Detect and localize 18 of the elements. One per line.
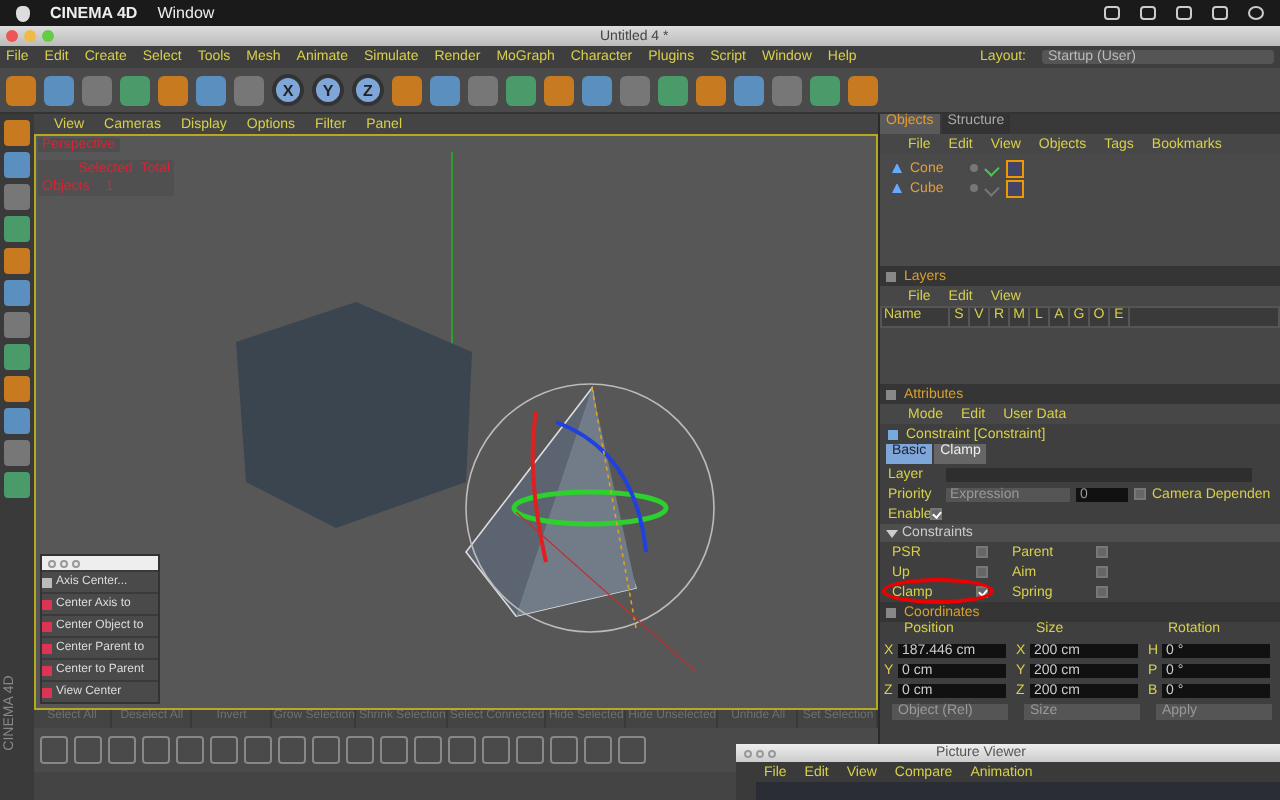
menu-item[interactable]: Window — [157, 4, 215, 22]
close-button[interactable] — [6, 30, 18, 42]
constraint-icon — [888, 429, 898, 439]
checkbox[interactable] — [930, 508, 942, 520]
menu-item[interactable]: CINEMA 4D — [50, 4, 138, 22]
checkbox[interactable] — [976, 566, 988, 578]
checkbox[interactable] — [1096, 586, 1108, 598]
checkbox[interactable] — [1134, 488, 1146, 500]
checkbox[interactable] — [976, 546, 988, 558]
axis-lock-button[interactable]: Y — [312, 74, 344, 106]
checkbox[interactable] — [1096, 566, 1108, 578]
expand-arrow-icon[interactable] — [886, 529, 898, 537]
zoom-button[interactable] — [42, 30, 54, 42]
axis-lock-button[interactable]: Z — [352, 74, 384, 106]
layer-field[interactable] — [946, 467, 1252, 481]
axis-lock-button[interactable]: X — [272, 74, 304, 106]
apple-icon[interactable] — [16, 5, 30, 21]
checkbox[interactable] — [1096, 546, 1108, 558]
